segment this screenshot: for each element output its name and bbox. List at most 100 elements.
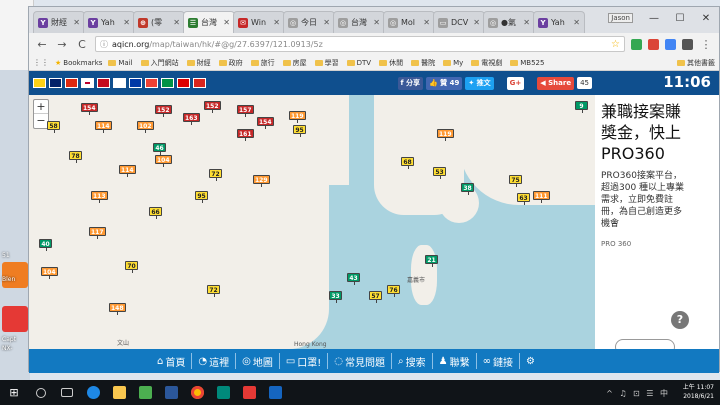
aqi-marker[interactable]: 58 [47, 121, 60, 133]
aqi-marker[interactable]: 163 [183, 113, 200, 125]
bottom-nav-item[interactable]: ◔ 這裡 [196, 354, 231, 369]
flag-russia-icon[interactable] [129, 78, 142, 88]
flag-japan-icon[interactable] [81, 78, 94, 88]
browser-tab[interactable]: ◎ Mol ✕ [383, 11, 435, 33]
aqi-marker[interactable]: 72 [207, 285, 220, 297]
browser-tab[interactable]: ◎ 今日 ✕ [283, 11, 335, 33]
tab-close-icon[interactable]: ✕ [73, 18, 80, 27]
aqi-marker[interactable]: 72 [209, 169, 222, 181]
start-button[interactable]: ⊞ [0, 386, 28, 399]
apps-icon[interactable]: ⋮⋮ [33, 58, 49, 67]
flag-spain-icon[interactable] [97, 78, 110, 88]
forward-button[interactable]: → [55, 38, 69, 51]
twitter-button[interactable]: ✦ 推文 [465, 76, 494, 90]
aqi-marker[interactable]: 95 [293, 125, 306, 137]
word-taskbar-icon[interactable] [262, 380, 288, 405]
aqi-marker[interactable]: 78 [69, 151, 82, 163]
flag-italy-icon[interactable] [161, 78, 174, 88]
bookmark-item[interactable]: 財經 [186, 58, 211, 68]
extension-icon-3[interactable] [665, 38, 676, 50]
back-button[interactable]: ← [35, 38, 49, 51]
aqi-marker[interactable]: 38 [461, 183, 474, 195]
aqi-marker[interactable]: 21 [425, 255, 438, 267]
app-taskbar-icon[interactable] [158, 380, 184, 405]
aqi-marker[interactable]: 43 [347, 273, 360, 285]
aqi-marker[interactable]: 117 [89, 227, 106, 239]
flag-china-icon[interactable] [65, 78, 78, 88]
aqi-marker[interactable]: 157 [237, 105, 254, 117]
reload-button[interactable]: C [75, 38, 89, 51]
bookmark-item[interactable]: 入門網站 [140, 58, 179, 68]
blender-app-icon[interactable] [2, 262, 28, 288]
aqi-marker[interactable]: 63 [517, 193, 530, 205]
aqi-marker[interactable]: 152 [155, 105, 172, 117]
explorer-taskbar-icon[interactable] [106, 380, 132, 405]
edge-taskbar-icon[interactable] [80, 380, 106, 405]
aqi-marker[interactable]: 119 [289, 111, 306, 123]
tab-close-icon[interactable]: ✕ [573, 18, 580, 27]
task-view-icon[interactable] [54, 380, 80, 405]
bookmark-item[interactable]: 醫院 [411, 58, 435, 68]
aqi-map[interactable]: + − Hong Kong 文山 嘉義市 154 58 114 152 102 163 15… [29, 95, 595, 349]
other-bookmarks[interactable]: 其他書籤 [677, 58, 715, 68]
aqi-marker[interactable]: 119 [437, 129, 454, 141]
paint-taskbar-icon[interactable] [236, 380, 262, 405]
share-button[interactable]: ◀ Share [537, 76, 575, 90]
bookmark-star-icon[interactable]: ☆ [611, 39, 620, 50]
aqi-marker[interactable]: 114 [95, 121, 112, 133]
browser-tab[interactable]: ◎ ●氣 ✕ [483, 11, 535, 33]
aqi-marker[interactable]: 9 [575, 101, 588, 113]
aqi-marker[interactable]: 111 [533, 191, 550, 203]
bottom-nav-item[interactable]: ◌ 常見問題 [332, 354, 387, 369]
tab-close-icon[interactable]: ✕ [523, 18, 530, 27]
maximize-button[interactable]: ☐ [667, 7, 693, 33]
bottom-nav-item[interactable]: ⌂ 首頁 [155, 354, 187, 369]
bookmark-item[interactable]: 電視劇 [471, 58, 502, 68]
bookmarks-label[interactable]: ★ Bookmarks [55, 59, 102, 67]
browser-tab[interactable]: Y 財經 ✕ [33, 11, 85, 33]
bottom-nav-item[interactable]: ▭ 口罩! [284, 354, 323, 369]
bottom-nav-item[interactable]: ⌕ 搜索 [396, 354, 428, 369]
ad-more-icon[interactable]: ? [671, 311, 689, 329]
bookmark-item[interactable]: 政府 [218, 58, 243, 68]
tab-close-icon[interactable]: ✕ [373, 18, 380, 27]
facebook-share-button[interactable]: f 分享 [397, 76, 424, 90]
url-input[interactable]: ⓘ aqicn.org/map/taiwan/hk/#@g/27.6397/12… [95, 36, 625, 52]
facebook-like-button[interactable]: 👍 贊 49 [426, 76, 463, 90]
browser-tab[interactable]: ✉ Win ✕ [233, 11, 285, 33]
browser-tab[interactable]: ⊕ (零 ✕ [133, 11, 185, 33]
advertisement-panel[interactable]: 兼職接案賺獎金，快上PRO360 PRO360接案平台，超過300 種以上專業需… [595, 95, 695, 355]
flag-korea-icon[interactable] [113, 78, 126, 88]
flag-uk-icon[interactable] [49, 78, 62, 88]
menu-icon[interactable]: ⋮ [699, 38, 713, 51]
browser-tab[interactable]: Y Yah ✕ [533, 11, 585, 33]
tab-close-icon[interactable]: ✕ [423, 18, 430, 27]
aqi-marker[interactable]: 68 [401, 157, 414, 169]
bottom-nav-item[interactable]: ⚙ [524, 356, 539, 367]
capture-app-icon[interactable] [2, 306, 28, 332]
bookmark-item[interactable]: Mail [108, 58, 133, 68]
extension-icon-4[interactable] [682, 38, 693, 50]
bookmark-item[interactable]: 學習 [314, 58, 339, 68]
bookmark-item[interactable]: 房屋 [282, 58, 307, 68]
aqi-marker[interactable]: 154 [81, 103, 98, 115]
flag-myanmar-icon[interactable] [33, 78, 46, 88]
aqi-marker[interactable]: 114 [119, 165, 136, 177]
aqi-marker[interactable]: 154 [257, 117, 274, 129]
aqi-marker[interactable]: 102 [137, 121, 154, 133]
bookmark-item[interactable]: 旅行 [250, 58, 275, 68]
aqi-marker[interactable]: 57 [369, 291, 382, 303]
extension-icon-1[interactable] [631, 38, 642, 50]
search-taskbar-icon[interactable] [28, 380, 54, 405]
browser-tab[interactable]: ◎ 台灣 ✕ [333, 11, 385, 33]
tab-close-icon[interactable]: ✕ [323, 18, 330, 27]
flag-vietnam-icon[interactable] [193, 78, 206, 88]
bookmark-item[interactable]: MB525 [510, 58, 544, 68]
bookmark-item[interactable]: 休閒 [379, 58, 403, 68]
bottom-nav-item[interactable]: ♟ 聯繫 [437, 354, 472, 369]
tab-close-icon[interactable]: ✕ [223, 18, 230, 27]
bookmark-item[interactable]: DTV [346, 58, 371, 68]
photos-taskbar-icon[interactable] [210, 380, 236, 405]
bottom-nav-item[interactable]: ◎ 地圖 [240, 354, 275, 369]
extension-icon-2[interactable] [648, 38, 659, 50]
